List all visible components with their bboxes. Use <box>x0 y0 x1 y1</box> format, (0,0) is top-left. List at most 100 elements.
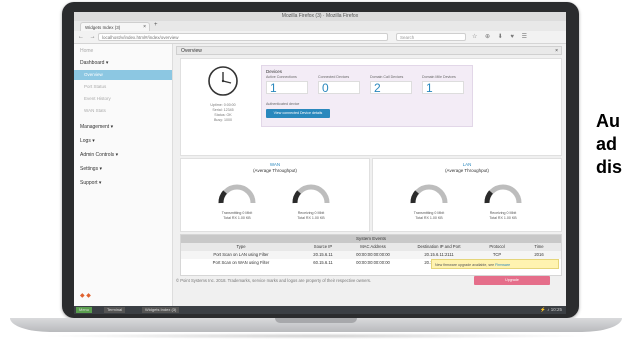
system-events-table: System Events Type Source IP MAC Address… <box>180 234 562 276</box>
device-stat-value: 0 <box>318 81 360 95</box>
sidebar-item-event-history[interactable]: Event History <box>74 94 172 104</box>
taskbar-item[interactable]: Widgets Index (3) <box>142 307 180 313</box>
caption-line: Au <box>596 111 620 131</box>
sidebar-item-dashboard[interactable]: Dashboard ▾ <box>80 60 108 66</box>
sidebar-item-port-status[interactable]: Port Status <box>74 82 172 92</box>
firmware-notice: New firmware upgrade available, see Firm… <box>431 259 559 269</box>
new-tab-button[interactable]: + <box>154 22 158 28</box>
taskbar-item[interactable]: Terminal <box>104 307 126 313</box>
taskbar: Menu Terminal Widgets Index (3) ⚡ ♪ 10:2… <box>74 306 566 314</box>
table-header: Type <box>236 244 246 249</box>
throughput-title: WAN (Average Throughput) <box>181 162 369 174</box>
throughput-title: LAN (Average Throughput) <box>373 162 561 174</box>
table-cell: Port Scan on LAN using Filter <box>213 252 269 257</box>
table-header: Source IP <box>313 244 333 249</box>
devices-panel: Devices Active Connections 1 Connected D… <box>261 65 473 127</box>
os-title-bar: Mozilla Firefox (3) · Mozilla Firefox <box>74 12 566 21</box>
gauge-sub: Total RX 1.00 KB <box>415 216 443 220</box>
browser-tab[interactable]: Widgets Index (3) × <box>80 22 150 31</box>
devices-note: Authenticated device <box>266 102 300 106</box>
device-stat-value: 2 <box>370 81 412 95</box>
table-header: MAC Address <box>360 244 386 249</box>
events-title: System Events <box>181 235 561 243</box>
sidebar: Home Dashboard ▾ Overview Port Status Ev… <box>74 44 173 306</box>
firmware-link[interactable]: Firmware <box>495 263 510 267</box>
overview-title: Overview <box>181 48 202 54</box>
lan-throughput-panel: LAN (Average Throughput) Transmitting 0 … <box>372 158 562 232</box>
sidebar-item-wan-stats[interactable]: WAN Stats <box>74 106 172 116</box>
table-cell: Port Scan on WAN using Filter <box>212 260 270 265</box>
device-stat: Connected Devices 0 <box>318 75 364 97</box>
main-content: Overview × Uptime: 0:00:00 Serial: 12345… <box>174 44 566 306</box>
notice-text: New firmware upgrade available, see <box>435 263 496 267</box>
sidebar-item-logs[interactable]: Logs ▾ <box>80 138 95 144</box>
device-stat-label: Connected Devices <box>318 75 350 79</box>
view-devices-button[interactable]: View connected Device details <box>266 109 330 118</box>
table-cell: 00:00:00:00:00:00 <box>356 260 390 265</box>
devices-title: Devices <box>266 69 283 74</box>
browser-tab-bar: Widgets Index (3) × + <box>74 21 566 31</box>
device-info: Uptime: 0:00:00 Serial: 12345 Status: OK… <box>195 103 251 123</box>
gauge-label: Transmitting 0 Mbit Total RX 1.00 KB <box>209 211 265 221</box>
device-stat-value: 1 <box>422 81 464 95</box>
laptop-shadow <box>40 333 592 339</box>
sidebar-item-settings[interactable]: Settings ▾ <box>80 166 102 172</box>
table-cell: 60.15.6.11 <box>313 260 333 265</box>
laptop-notch <box>275 318 357 323</box>
browser-toolbar: ← → ⟳ localhost/v/index.html#/index/over… <box>74 31 566 44</box>
table-header: Destination IP and Port <box>417 244 461 249</box>
device-stat: Domain Mile Devices 1 <box>422 75 468 97</box>
gauge-icon <box>218 184 256 204</box>
caption-text: Au ad dis <box>596 110 622 179</box>
wan-throughput-panel: WAN (Average Throughput) Transmitting 0 … <box>180 158 370 232</box>
table-header-row: Type Source IP MAC Address Destination I… <box>181 243 561 251</box>
gauge-sub: Total RX 1.00 KB <box>297 216 325 220</box>
table-cell: 2016 <box>534 252 544 257</box>
caption-line: dis <box>596 157 623 177</box>
table-cell: 00:00:00:00:00:00 <box>356 252 390 257</box>
overview-header: Overview × <box>176 46 562 55</box>
gauge-icon <box>410 184 448 204</box>
gauge-label: Transmitting 0 Mbit Total RX 1.00 KB <box>401 211 457 221</box>
throughput-subtitle: (Average Throughput) <box>253 168 297 173</box>
gauge-label: Receiving 0 Mbit Total RX 1.00 KB <box>283 211 339 221</box>
search-input[interactable]: Search <box>396 33 466 41</box>
device-info-line: Busy: 1000 <box>214 118 232 122</box>
url-field[interactable]: localhost/v/index.html#/index/overview <box>98 33 388 41</box>
device-stat-label: Active Connections <box>266 75 297 79</box>
taskbar-menu[interactable]: Menu <box>76 307 93 313</box>
table-header: Time <box>534 244 544 249</box>
gauge-label: Receiving 0 Mbit Total RX 1.00 KB <box>475 211 531 221</box>
gauge-sub: Total RX 1.00 KB <box>223 216 251 220</box>
info-panel: Uptime: 0:00:00 Serial: 12345 Status: OK… <box>180 58 562 156</box>
table-cell: 20.15.6.11 <box>313 252 333 257</box>
gauge-icon <box>292 184 330 204</box>
table-row[interactable]: Port Scan on LAN using Filter 20.15.6.11… <box>181 251 561 259</box>
app-area: Home Dashboard ▾ Overview Port Status Ev… <box>74 44 566 306</box>
device-stat-value: 1 <box>266 81 308 95</box>
table-cell: TCP <box>492 252 502 257</box>
device-stat: Active Connections 1 <box>266 75 312 97</box>
sidebar-item-management[interactable]: Management ▾ <box>80 124 113 130</box>
laptop-screen: Mozilla Firefox (3) · Mozilla Firefox Wi… <box>74 12 566 314</box>
close-icon[interactable]: × <box>555 47 558 56</box>
table-header: Protocol <box>489 244 505 249</box>
footer-copyright: © Point Systems Inc. 2018. Trademarks, s… <box>176 278 372 283</box>
gauge-icon <box>484 184 522 204</box>
upgrade-button[interactable]: Upgrade <box>474 276 550 285</box>
sidebar-item-overview[interactable]: Overview <box>74 70 172 80</box>
throughput-subtitle: (Average Throughput) <box>445 168 489 173</box>
toolbar-icons[interactable]: ☆ ⊕ ⬇ ♥ ☰ <box>472 33 530 40</box>
sidebar-item-support[interactable]: Support ▾ <box>80 180 101 186</box>
browser-tab-label: Widgets Index (3) <box>85 25 121 30</box>
brand-logo-icon: ◆ ◆ <box>80 293 91 299</box>
device-stat-label: Domain Call Devices <box>370 75 404 79</box>
clock-icon <box>208 66 238 96</box>
gauge-sub: Total RX 1.00 KB <box>489 216 517 220</box>
device-stat-label: Domain Mile Devices <box>422 75 456 79</box>
caption-line: ad <box>596 134 618 154</box>
sidebar-item-admin-controls[interactable]: Admin Controls ▾ <box>80 152 118 158</box>
table-cell: 20.15.6.11:2111 <box>424 252 454 257</box>
system-tray: ⚡ ♪ 10:25 <box>540 307 562 312</box>
sidebar-item-home[interactable]: Home <box>80 48 93 54</box>
